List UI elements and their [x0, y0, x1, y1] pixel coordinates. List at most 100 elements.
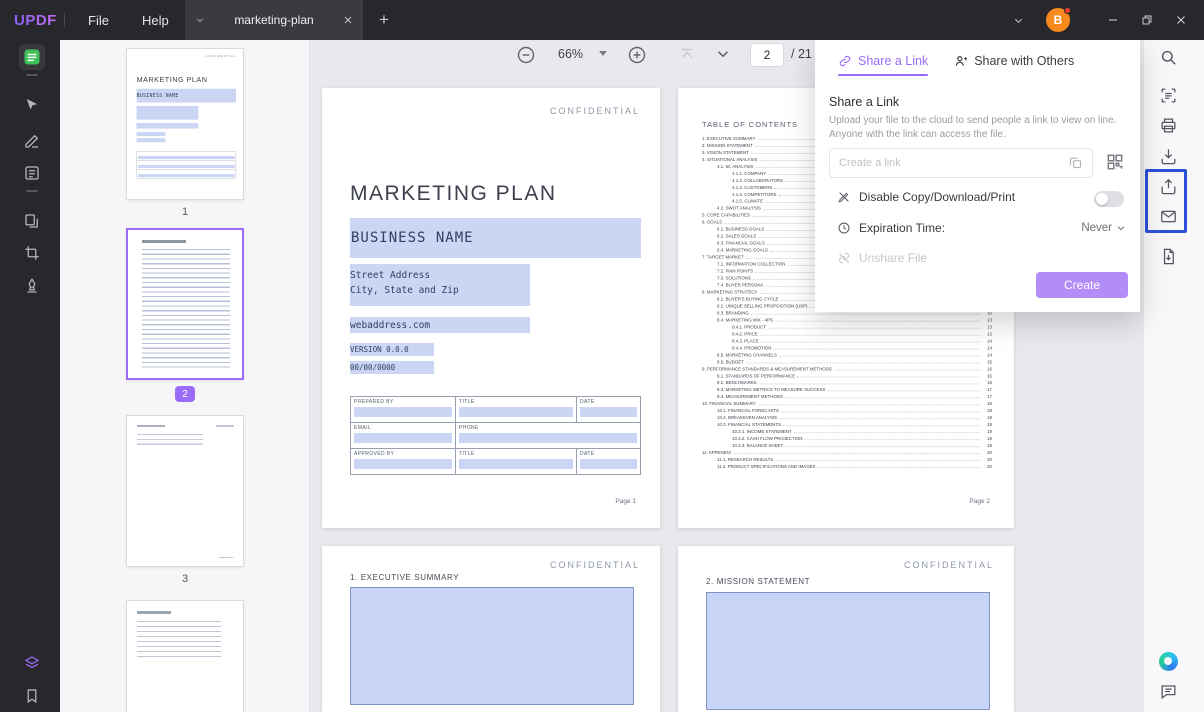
crop-icon[interactable] — [19, 240, 45, 266]
address-field[interactable]: Street Address City, State and Zip — [350, 264, 530, 306]
unshare-icon — [837, 251, 851, 265]
edit-pdf-icon[interactable] — [19, 128, 45, 154]
toc-entry-page: 17 — [981, 387, 992, 392]
next-page-button[interactable] — [714, 45, 732, 63]
toc-entry-page: 13 — [981, 332, 992, 337]
tab-close-icon[interactable] — [343, 15, 353, 25]
business-name-field[interactable]: BUSINESS NAME — [350, 218, 641, 258]
toc-entry-title: 9.1. STANDARDS OF PERFORMANCE — [717, 374, 797, 379]
toc-entry-title: 4. SITUATIONAL ANALYSIS — [702, 157, 760, 162]
file-menu[interactable]: File — [88, 13, 109, 28]
expiration-select[interactable]: Never — [1081, 222, 1126, 234]
search-icon[interactable] — [1155, 44, 1181, 70]
updf-ai-icon[interactable] — [1155, 648, 1181, 674]
text-area-field[interactable] — [706, 592, 990, 710]
toc-heading: TABLE OF CONTENTS — [702, 120, 798, 129]
bookmark-icon[interactable] — [19, 683, 45, 709]
restore-button[interactable] — [1134, 8, 1160, 32]
form-cell[interactable]: APPROVED BY — [350, 448, 456, 475]
person-add-icon — [954, 54, 968, 68]
form-cell[interactable]: EMAIL — [350, 422, 456, 449]
export-file-icon[interactable] — [1155, 243, 1181, 269]
previous-page-button[interactable] — [678, 45, 696, 63]
ocr-icon[interactable] — [1155, 82, 1181, 108]
thumbnail-page-2[interactable] — [126, 228, 244, 380]
form-input-bar[interactable] — [459, 433, 637, 443]
zoom-level[interactable]: 66% — [558, 47, 583, 61]
thumbnail-page-3[interactable] — [126, 415, 244, 567]
layers-icon[interactable] — [19, 650, 45, 676]
form-input-bar[interactable] — [354, 459, 452, 469]
zoom-out-button[interactable] — [516, 45, 536, 65]
website-field[interactable]: webaddress.com — [350, 317, 530, 333]
forms-icon[interactable] — [19, 160, 45, 186]
document-tab[interactable]: marketing-plan — [185, 0, 363, 40]
form-cell[interactable]: PREPARED BY — [350, 396, 456, 423]
form-input-bar[interactable] — [354, 433, 452, 443]
disable-copy-label: Disable Copy/Download/Print — [859, 190, 1015, 204]
disable-copy-row: Disable Copy/Download/Print — [837, 190, 1015, 204]
save-icon[interactable] — [1155, 143, 1181, 169]
toc-dot-leader — [768, 328, 979, 329]
toc-entry-title: 3. VISION STATEMENT — [702, 150, 751, 155]
zoom-dropdown-caret-icon[interactable] — [599, 51, 607, 56]
form-input-bar[interactable] — [354, 407, 452, 417]
account-avatar[interactable]: B — [1046, 8, 1070, 32]
disable-copy-toggle[interactable] — [1094, 191, 1124, 207]
version-field[interactable]: VERSION 0.0.0 — [350, 343, 434, 356]
toc-dot-leader — [758, 405, 980, 406]
sign-stamp-icon[interactable] — [19, 273, 45, 299]
titlebar-chevron-down-icon[interactable] — [1008, 10, 1028, 30]
unshare-file-button[interactable]: Unshare File — [837, 251, 927, 265]
form-label: DATE — [580, 451, 637, 457]
toc-dot-leader — [805, 440, 980, 441]
qr-code-icon[interactable] — [1105, 152, 1125, 172]
help-menu[interactable]: Help — [142, 13, 169, 28]
tab-share-with-others[interactable]: Share with Others — [954, 54, 1074, 76]
form-cell[interactable]: TITLE — [455, 396, 577, 423]
current-page-input[interactable]: 2 — [750, 43, 784, 67]
close-button[interactable] — [1168, 8, 1194, 32]
annotate-icon[interactable] — [19, 92, 45, 118]
create-button[interactable]: Create — [1036, 272, 1128, 298]
text-area-field[interactable] — [350, 587, 634, 705]
form-cell[interactable]: DATE — [576, 396, 641, 423]
thumbnail-page-1[interactable]: CONFIDENTIAL MARKETING PLAN BUSINESS NAM… — [126, 48, 244, 200]
toc-entry-page: 15 — [981, 360, 992, 365]
toc-entry: 10. FINANCIAL SUMMARY 18 — [702, 399, 992, 406]
toc-entry-title: 8.4.3. PLACE — [732, 339, 761, 344]
chevron-down-icon[interactable] — [195, 15, 205, 25]
updf-logo: UPDF — [14, 12, 57, 29]
form-input-bar[interactable] — [459, 459, 573, 469]
thumbnail-form-row — [137, 160, 236, 169]
toc-entry-title: 7.4. BUYER PERSONA — [717, 283, 766, 288]
form-cell[interactable]: DATE — [576, 448, 641, 475]
toc-dot-leader — [779, 419, 979, 420]
toc-entry-title: 10.3.2. CASH FLOW PROJECTION — [732, 436, 805, 441]
toc-dot-leader — [783, 426, 980, 427]
toc-entry-title: 4.1. 5C ANALYSIS — [717, 164, 755, 169]
toc-entry-page: 20 — [981, 457, 992, 462]
minimize-button[interactable] — [1100, 8, 1126, 32]
placeholder-line — [216, 425, 234, 427]
form-input-bar[interactable] — [580, 407, 637, 417]
copy-link-icon[interactable] — [1068, 155, 1083, 170]
zoom-in-button[interactable] — [627, 45, 647, 65]
form-cell[interactable]: TITLE — [455, 448, 577, 475]
tab-share-a-link[interactable]: Share a Link — [838, 54, 928, 76]
new-tab-button[interactable]: + — [372, 8, 396, 32]
reader-mode-icon[interactable] — [19, 44, 45, 70]
expiration-row: Expiration Time: — [837, 221, 945, 235]
create-link-input[interactable] — [829, 148, 1093, 178]
comment-icon[interactable] — [1155, 678, 1181, 704]
toc-entry-page: 17 — [981, 394, 992, 399]
organize-pages-icon[interactable] — [19, 208, 45, 234]
form-input-bar[interactable] — [580, 459, 637, 469]
print-icon[interactable] — [1155, 112, 1181, 138]
form-cell[interactable]: PHONE — [455, 422, 641, 449]
date-field[interactable]: 00/00/0000 — [350, 361, 434, 374]
toc-entry-title: 9.3. MARKETING METRICS TO MEASURE SUCCES… — [717, 387, 827, 392]
form-input-bar[interactable] — [459, 407, 573, 417]
thumbnail-page-4[interactable] — [126, 600, 244, 712]
toc-dot-leader — [779, 356, 980, 357]
